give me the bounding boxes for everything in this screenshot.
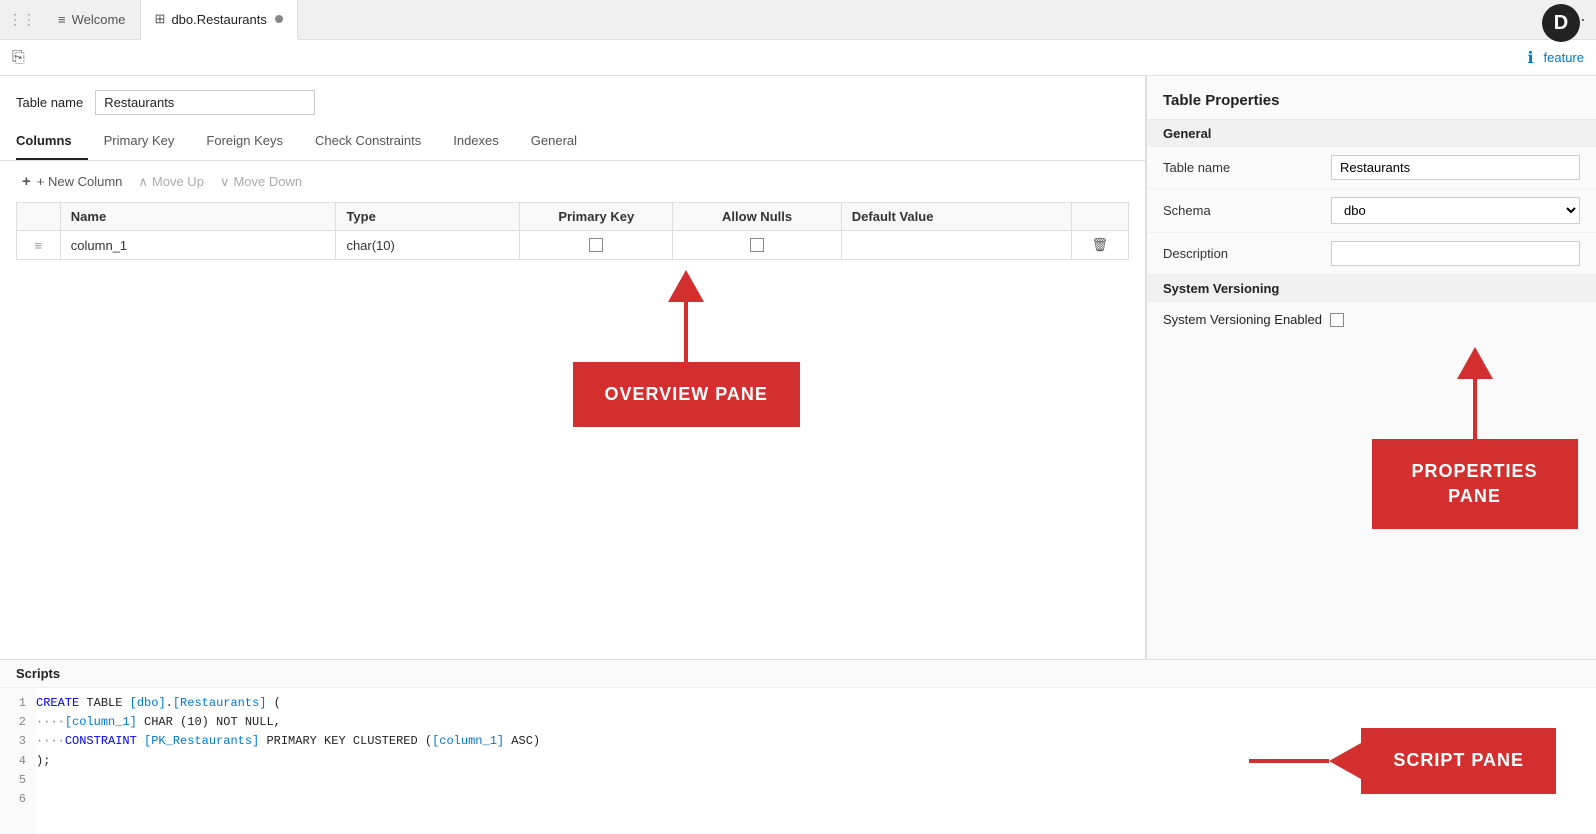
code-line-1: CREATE TABLE [dbo].[Restaurants] ( [36, 694, 816, 713]
move-down-button[interactable]: ∨ Move Down [214, 170, 308, 194]
props-schema-select[interactable]: dbo guest INFORMATION_SCHEMA [1331, 197, 1580, 224]
tab-restaurants[interactable]: ⊞ dbo.Restaurants [141, 0, 298, 40]
null-checkbox[interactable] [750, 238, 764, 252]
row-null-cell[interactable] [673, 231, 841, 260]
props-table-name-label: Table name [1163, 160, 1323, 175]
tab-welcome-label: Welcome [72, 12, 126, 27]
col-header-nulls: Allow Nulls [673, 203, 841, 231]
toolbar-row: ⎘ ℹ feature [0, 40, 1596, 76]
col-header-name: Name [60, 203, 336, 231]
row-name-cell[interactable]: column_1 [60, 231, 336, 260]
col-header-type: Type [336, 203, 520, 231]
col-header-delete [1071, 203, 1129, 231]
save-icon[interactable]: ⎘ [12, 49, 25, 67]
props-sys-enabled-row: System Versioning Enabled [1147, 302, 1596, 337]
script-arrow-stem [1249, 759, 1329, 763]
table-name-input[interactable] [95, 90, 315, 115]
props-schema-row: Schema dbo guest INFORMATION_SCHEMA [1147, 189, 1596, 233]
table-name-row: Table name [0, 76, 1145, 125]
props-title: Table Properties [1147, 76, 1596, 120]
info-icon[interactable]: ℹ [1527, 48, 1533, 68]
table-icon: ⊞ [155, 11, 166, 27]
props-arrow-stem [1473, 379, 1477, 439]
props-schema-label: Schema [1163, 203, 1323, 218]
tab-general[interactable]: General [531, 125, 593, 160]
col-header-drag [17, 203, 61, 231]
tab-primary-key[interactable]: Primary Key [104, 125, 191, 160]
script-code: CREATE TABLE [dbo].[Restaurants] ( ····[… [36, 688, 816, 834]
properties-annotation: PROPERTIESPANE [1372, 347, 1578, 529]
overview-arrow-up [668, 270, 704, 302]
row-delete-button[interactable]: 🗑 [1071, 231, 1129, 260]
props-label-box: PROPERTIESPANE [1372, 439, 1578, 529]
props-arrow-up [1457, 347, 1493, 379]
props-description-label: Description [1163, 246, 1323, 261]
row-type-cell[interactable]: char(10) [336, 231, 520, 260]
props-sys-header: System Versioning [1147, 275, 1596, 302]
avatar[interactable]: D [1542, 4, 1580, 42]
row-default-cell[interactable] [841, 231, 1071, 260]
code-line-5 [36, 771, 816, 790]
script-pane: Scripts 123456 CREATE TABLE [dbo].[Resta… [0, 659, 1596, 834]
row-pk-cell[interactable] [520, 231, 673, 260]
chevron-down-icon: ∨ [220, 174, 230, 190]
overview-pane: Table name Columns Primary Key Foreign K… [0, 76, 1146, 659]
pk-checkbox[interactable] [589, 238, 603, 252]
columns-table: Name Type Primary Key Allow Nulls Defaul… [16, 202, 1129, 260]
script-label-box: SCRIPT PANE [1361, 728, 1556, 793]
tab-foreign-keys[interactable]: Foreign Keys [206, 125, 299, 160]
welcome-icon: ≡ [58, 12, 66, 27]
properties-pane: Table Properties General Table name Sche… [1146, 76, 1596, 659]
tab-welcome[interactable]: ≡ Welcome [44, 0, 141, 40]
move-up-button[interactable]: ∧ Move Up [132, 170, 210, 194]
feature-link[interactable]: feature [1544, 50, 1584, 65]
modified-dot [275, 15, 283, 23]
col-header-pk: Primary Key [520, 203, 673, 231]
script-arrow-left [1329, 743, 1361, 779]
avatar-letter: D [1554, 12, 1568, 35]
tab-bar: ⋮⋮ ≡ Welcome ⊞ dbo.Restaurants ··· D [0, 0, 1596, 40]
line-numbers: 123456 [0, 688, 36, 834]
chevron-up-icon: ∧ [138, 174, 148, 190]
script-header: Scripts [0, 660, 1596, 688]
col-header-default: Default Value [841, 203, 1071, 231]
col-actions: + + New Column ∧ Move Up ∨ Move Down [0, 161, 1145, 202]
drag-handle-icon: ⋮⋮ [8, 11, 36, 28]
table-row: ≡ column_1 char(10) [17, 231, 1129, 260]
code-line-2: ····[column_1] CHAR (10) NOT NULL, [36, 713, 816, 732]
tabs-nav: Columns Primary Key Foreign Keys Check C… [0, 125, 1145, 161]
columns-table-wrap: Name Type Primary Key Allow Nulls Defaul… [0, 202, 1145, 260]
overview-arrow-stem [684, 302, 688, 362]
tab-indexes[interactable]: Indexes [453, 125, 515, 160]
code-line-4: ); [36, 752, 816, 771]
main-area: Table name Columns Primary Key Foreign K… [0, 76, 1596, 659]
sys-versioning-checkbox[interactable] [1330, 313, 1344, 327]
props-table-name-row: Table name [1147, 147, 1596, 189]
props-sys-enabled-label: System Versioning Enabled [1163, 312, 1322, 327]
plus-icon: + [22, 173, 31, 190]
overview-label-box: OVERVIEW PANE [573, 362, 800, 427]
props-description-row: Description [1147, 233, 1596, 275]
props-general-header: General [1147, 120, 1596, 147]
row-drag-handle[interactable]: ≡ [17, 231, 61, 260]
overview-annotation: OVERVIEW PANE [573, 270, 800, 427]
new-column-button[interactable]: + + New Column [16, 169, 128, 194]
script-content: 123456 CREATE TABLE [dbo].[Restaurants] … [0, 688, 1596, 834]
props-description-input[interactable] [1331, 241, 1580, 266]
tab-restaurants-label: dbo.Restaurants [171, 12, 266, 27]
script-annotation-area: SCRIPT PANE [816, 688, 1596, 834]
script-annotation: SCRIPT PANE [1249, 728, 1556, 793]
props-table-name-input[interactable] [1331, 155, 1580, 180]
overview-annotation-area: OVERVIEW PANE [0, 260, 1145, 659]
tab-columns[interactable]: Columns [16, 125, 88, 160]
props-annotation-area: PROPERTIESPANE [1147, 337, 1596, 659]
code-line-3: ····CONSTRAINT [PK_Restaurants] PRIMARY … [36, 732, 816, 751]
code-line-6 [36, 790, 816, 809]
tab-check-constraints[interactable]: Check Constraints [315, 125, 437, 160]
table-name-label: Table name [16, 95, 83, 110]
